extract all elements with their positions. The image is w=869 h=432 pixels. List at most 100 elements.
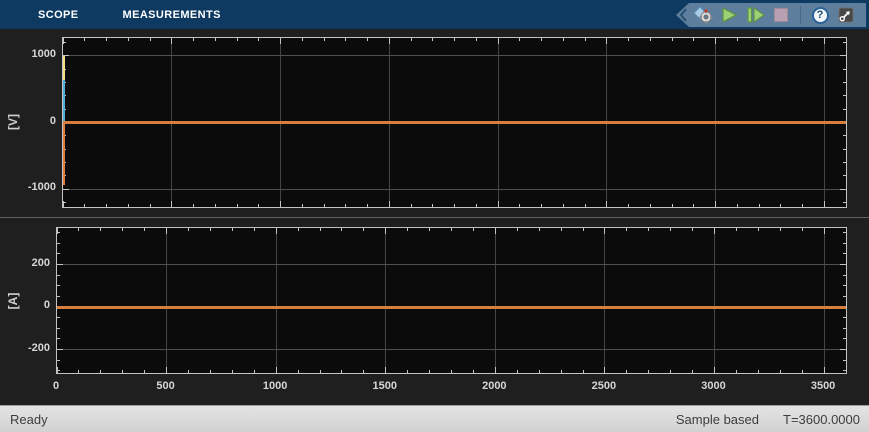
axis-tick bbox=[149, 38, 151, 41]
axis-tick bbox=[494, 367, 496, 373]
stop-icon bbox=[774, 8, 788, 22]
axis-tick bbox=[692, 370, 694, 373]
axis-tick bbox=[516, 370, 518, 373]
simulation-settings-button[interactable] bbox=[692, 4, 714, 26]
tab-measurements[interactable]: MEASUREMENTS bbox=[119, 9, 225, 21]
axis-tick bbox=[323, 38, 325, 41]
axis-tick bbox=[538, 228, 540, 231]
current-plot[interactable] bbox=[56, 227, 847, 374]
step-forward-button[interactable] bbox=[744, 4, 766, 26]
axis-tick bbox=[823, 367, 825, 373]
axis-tick bbox=[341, 370, 343, 373]
axis-tick bbox=[823, 38, 825, 44]
step-forward-icon bbox=[747, 6, 765, 24]
axis-tick bbox=[843, 253, 846, 255]
ytick-label: -1000 bbox=[27, 181, 56, 194]
axis-tick bbox=[301, 204, 303, 207]
axis-tick bbox=[801, 370, 803, 373]
axis-tick bbox=[604, 228, 606, 234]
axis-tick bbox=[57, 359, 60, 361]
status-sim-time: T=3600.0000 bbox=[783, 411, 860, 427]
axis-tick bbox=[57, 264, 63, 266]
axis-tick bbox=[843, 232, 846, 234]
axis-tick bbox=[584, 204, 586, 207]
axis-tick bbox=[562, 204, 564, 207]
help-button[interactable]: ? bbox=[809, 4, 831, 26]
xtick-label: 3500 bbox=[810, 380, 836, 392]
axis-tick bbox=[451, 370, 452, 373]
tab-scope[interactable]: SCOPE bbox=[34, 9, 83, 21]
axis-tick bbox=[845, 228, 847, 231]
axis-tick bbox=[258, 204, 260, 207]
axis-tick bbox=[100, 228, 102, 231]
axis-tick bbox=[341, 228, 343, 231]
simulation-settings-icon bbox=[693, 6, 713, 24]
gridline bbox=[385, 228, 387, 373]
axis-tick bbox=[275, 367, 277, 373]
axis-tick bbox=[582, 370, 584, 373]
axis-tick bbox=[388, 38, 390, 44]
axis-tick bbox=[843, 370, 846, 372]
axis-tick bbox=[843, 108, 846, 110]
axis-tick bbox=[171, 38, 173, 44]
axis-tick bbox=[475, 204, 477, 207]
axis-tick bbox=[236, 204, 238, 207]
axis-tick bbox=[736, 204, 738, 207]
run-controls-strip: ? bbox=[676, 3, 866, 27]
popout-button[interactable] bbox=[835, 4, 857, 26]
axis-tick bbox=[843, 175, 846, 177]
display-area: [V] [A] 1000 0 -1000 200 0 -200 0 500 1000 1500 20… bbox=[0, 29, 869, 405]
axis-tick bbox=[843, 285, 846, 287]
axis-tick bbox=[649, 38, 651, 41]
axis-tick bbox=[779, 228, 781, 231]
axis-tick bbox=[693, 204, 695, 207]
stop-button[interactable] bbox=[770, 4, 792, 26]
gridline bbox=[823, 228, 825, 373]
axis-tick bbox=[301, 38, 303, 41]
axis-tick bbox=[127, 204, 129, 207]
run-button[interactable] bbox=[718, 4, 740, 26]
axis-tick bbox=[106, 38, 107, 41]
axis-tick bbox=[840, 55, 846, 57]
axis-tick bbox=[280, 201, 281, 207]
xtick-label: 1000 bbox=[262, 380, 288, 392]
axis-tick bbox=[497, 201, 499, 207]
gridline bbox=[63, 55, 846, 57]
gridline bbox=[604, 228, 606, 373]
gridline bbox=[166, 228, 168, 373]
axis-tick bbox=[843, 81, 846, 83]
axis-tick bbox=[106, 204, 107, 207]
axis-tick bbox=[715, 201, 716, 207]
gridline bbox=[494, 228, 496, 373]
axis-tick bbox=[410, 204, 412, 207]
axis-tick bbox=[497, 38, 499, 44]
axis-tick bbox=[100, 370, 102, 373]
axis-tick bbox=[78, 228, 80, 231]
axis-tick bbox=[475, 38, 477, 41]
axis-tick bbox=[407, 228, 409, 231]
axis-tick bbox=[78, 370, 80, 373]
axis-tick bbox=[840, 349, 846, 351]
axis-tick bbox=[231, 370, 233, 373]
axis-tick bbox=[628, 38, 629, 41]
axis-tick bbox=[584, 38, 586, 41]
axis-tick bbox=[385, 367, 387, 373]
axis-tick bbox=[843, 41, 846, 43]
axis-tick bbox=[319, 370, 321, 373]
axis-tick bbox=[758, 38, 760, 41]
axis-tick bbox=[735, 228, 737, 231]
axis-tick bbox=[63, 188, 69, 190]
axis-tick bbox=[63, 41, 66, 43]
axis-tick bbox=[628, 204, 629, 207]
axis-tick bbox=[209, 228, 211, 231]
trace-signal-3-initial bbox=[63, 122, 65, 185]
voltage-plot[interactable] bbox=[62, 37, 847, 208]
axis-tick bbox=[560, 228, 562, 231]
gridline bbox=[57, 349, 846, 351]
help-icon: ? bbox=[811, 6, 829, 24]
axis-tick bbox=[122, 228, 124, 231]
axis-tick bbox=[671, 204, 673, 207]
axis-tick bbox=[388, 201, 390, 207]
axis-tick bbox=[258, 38, 260, 41]
ytick-label: 0 bbox=[49, 114, 56, 127]
